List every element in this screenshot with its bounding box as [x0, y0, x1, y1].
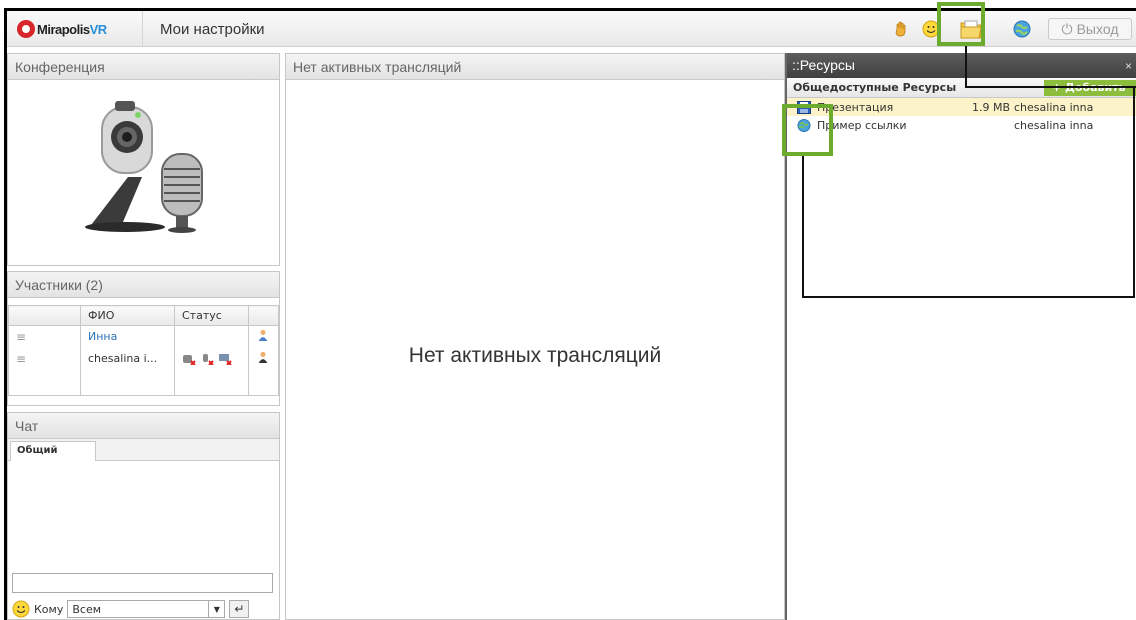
drag-handle-icon[interactable]: ≡	[8, 325, 81, 348]
table-filler-row	[8, 369, 279, 396]
broadcast-panel: Нет активных трансляций Нет активных тра…	[285, 53, 785, 620]
resource-item[interactable]: Пример ссылки chesalina inna	[787, 116, 1136, 134]
resource-owner: chesalina inna	[1014, 100, 1094, 114]
callout-line	[1133, 86, 1135, 298]
tab-general[interactable]: Общий	[10, 441, 96, 461]
participant-name[interactable]: Инна	[80, 325, 175, 348]
recipient-select[interactable]: Всем ▼	[67, 600, 226, 618]
callout-line	[965, 46, 967, 88]
mic-off-icon[interactable]	[200, 353, 214, 365]
public-resources-label: Общедоступные Ресурсы	[793, 81, 957, 94]
column-status[interactable]: Статус	[174, 305, 249, 326]
power-icon: ⏻	[1061, 20, 1073, 37]
raise-hand-icon[interactable]	[892, 20, 910, 38]
conference-panel: Конференция	[7, 53, 280, 266]
no-broadcast-message: Нет активных трансляций	[408, 344, 662, 367]
column-role	[248, 305, 279, 326]
user-icon	[248, 347, 279, 370]
callout-line	[965, 86, 1136, 88]
participant-name[interactable]: chesalina i...	[80, 347, 175, 370]
conference-title: Конференция	[8, 54, 279, 80]
callout-line	[802, 296, 1135, 298]
table-row[interactable]: ≡ Инна	[8, 325, 279, 348]
recipient-value: Всем	[72, 603, 102, 616]
close-icon[interactable]: ×	[1125, 59, 1132, 73]
logo-suffix: VR	[89, 21, 108, 37]
resources-title: Ресурсы	[799, 57, 855, 73]
app-logo[interactable]: MirapolisVR	[17, 20, 107, 38]
callout-line	[802, 156, 804, 298]
participants-title: Участники (2)	[8, 272, 279, 298]
resource-icons-highlight-box	[782, 104, 833, 156]
resource-name[interactable]: Презентация	[817, 101, 937, 114]
screen-off-icon[interactable]	[218, 353, 232, 365]
resource-name[interactable]: Пример ссылки	[817, 119, 937, 132]
moderator-icon	[248, 325, 279, 348]
logo-text: Mirapolis	[37, 21, 90, 37]
participants-panel: Участники (2) ФИО Статус ≡ Инна ≡ chesal…	[7, 271, 280, 406]
exit-button[interactable]: ⏻ Выход	[1048, 18, 1132, 40]
logo-icon	[17, 20, 35, 38]
resources-header: ::Ресурсы ×	[787, 53, 1136, 78]
emoji-icon[interactable]	[12, 600, 30, 618]
column-name[interactable]: ФИО	[80, 305, 175, 326]
chevron-down-icon[interactable]: ▼	[208, 601, 224, 617]
column-drag	[8, 305, 81, 326]
camera-off-icon[interactable]	[182, 353, 196, 365]
status-icons	[182, 353, 248, 365]
help-globe-icon[interactable]	[1013, 20, 1031, 38]
participant-status	[174, 325, 249, 348]
table-row[interactable]: ≡ chesalina i...	[8, 347, 279, 370]
resource-owner: chesalina inna	[1014, 118, 1094, 132]
participants-table: ФИО Статус ≡ Инна ≡ chesalina i...	[8, 305, 279, 396]
folder-highlight-box	[937, 2, 985, 46]
resources-subheader: Общедоступные Ресурсы + Добавить	[787, 78, 1136, 98]
resource-size: 1.9 MB	[971, 100, 1010, 114]
resources-panel: ::Ресурсы × Общедоступные Ресурсы + Доба…	[785, 53, 1136, 620]
resource-item[interactable]: Презентация 1.9 MB chesalina inna	[787, 98, 1136, 116]
chat-tabs: Общий	[8, 439, 279, 461]
top-separator	[142, 11, 143, 47]
chat-controls: Кому Всем ▼ ↵	[12, 599, 277, 619]
add-resource-button[interactable]: + Добавить	[1044, 80, 1136, 96]
broadcast-title: Нет активных трансляций	[286, 54, 784, 80]
recipient-label: Кому	[34, 602, 64, 616]
my-settings-link[interactable]: Мои настройки	[160, 21, 265, 38]
table-header-row: ФИО Статус	[8, 305, 279, 326]
chat-title: Чат	[8, 413, 279, 439]
enter-icon: ↵	[234, 602, 245, 616]
chat-panel: Чат Общий Кому Всем ▼ ↵	[7, 412, 280, 620]
drag-handle-icon[interactable]: ≡	[8, 347, 81, 370]
exit-label: Выход	[1076, 21, 1119, 37]
chat-message-input[interactable]	[12, 573, 273, 593]
send-button[interactable]: ↵	[229, 600, 250, 618]
drag-grip-icon[interactable]: ::	[792, 57, 800, 73]
webcam-microphone-icon	[85, 101, 203, 233]
